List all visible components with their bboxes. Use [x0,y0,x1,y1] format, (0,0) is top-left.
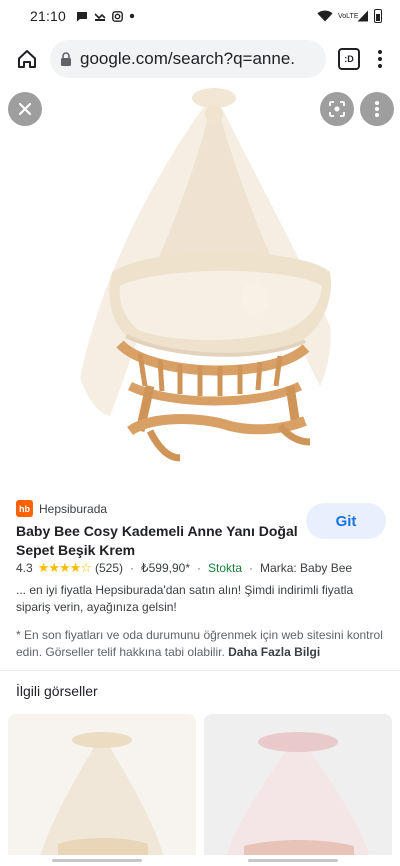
navigation-gesture-bar [0,855,400,866]
rating-value: 4.3 [16,561,33,575]
home-icon [18,50,36,68]
disclaimer: * En son fiyatları ve oda durumunu öğren… [16,627,386,661]
status-bar: 21:10 VoLTE [0,0,400,32]
more-info-link[interactable]: Daha Fazla Bilgi [228,645,320,659]
visit-button[interactable]: Git [306,503,386,539]
related-images-title: İlgili görseller [16,683,98,699]
lens-icon [329,101,345,117]
dot-icon [129,13,135,19]
related-image-2 [204,714,392,864]
gesture-indicator [248,859,338,862]
battery-icon [374,9,382,23]
status-left: 21:10 [30,8,135,24]
home-button[interactable] [10,42,44,76]
tab-switcher-button[interactable]: :D [338,48,360,70]
signal-icon [357,10,368,22]
rating-count: (525) [94,561,123,575]
source-name[interactable]: Hepsiburada [39,502,107,516]
lock-icon [60,51,72,67]
menu-dot [378,64,382,68]
close-button[interactable] [8,92,42,126]
menu-button[interactable] [370,50,390,68]
close-icon [18,102,32,116]
source-row[interactable]: hb Hepsiburada [16,500,107,517]
price: ₺599,90* [140,561,190,575]
stock-status: Stokta [208,561,243,575]
image-menu-button[interactable] [360,92,394,126]
separator: · [129,561,134,575]
separator: · [197,561,201,575]
menu-dot [378,57,382,61]
status-right: VoLTE [317,9,382,23]
related-image-thumb[interactable] [8,714,196,864]
tab-count: :D [344,54,354,64]
image-preview[interactable] [0,86,400,486]
status-time: 21:10 [30,8,67,24]
menu-dot [378,50,382,54]
missed-call-icon [94,12,106,21]
product-image[interactable] [0,86,400,486]
disclaimer-text: * En son fiyatları ve oda durumunu öğren… [16,628,383,659]
browser-toolbar: google.com/search?q=anne. :D [0,32,400,86]
lens-search-button[interactable] [320,92,354,126]
separator: · [249,561,254,575]
divider [0,670,400,671]
address-bar[interactable]: google.com/search?q=anne. [50,40,326,78]
wifi-icon [317,10,333,22]
related-image-thumb[interactable] [204,714,392,864]
chat-icon [77,11,88,21]
result-description: ... en iyi fiyatla Hepsiburada'dan satın… [16,583,354,614]
url-text[interactable]: google.com/search?q=anne. [80,49,295,69]
related-image-1 [8,714,196,864]
more-vertical-icon [375,101,379,117]
star-rating-icon: ★★★★☆ [37,560,92,575]
gesture-indicator [52,859,142,862]
brand: Marka: Baby Bee [260,561,353,575]
meta-row: 4.3 ★★★★☆ (525) · ₺599,90* · Stokta · Ma… [16,560,352,576]
notification-icons [76,10,135,22]
result-title[interactable]: Baby Bee Cosy Kademeli Anne Yanı Doğal S… [16,522,306,560]
hepsiburada-logo-icon: hb [16,500,33,517]
instagram-icon [112,10,123,22]
volte-label: VoLTE [338,12,359,20]
